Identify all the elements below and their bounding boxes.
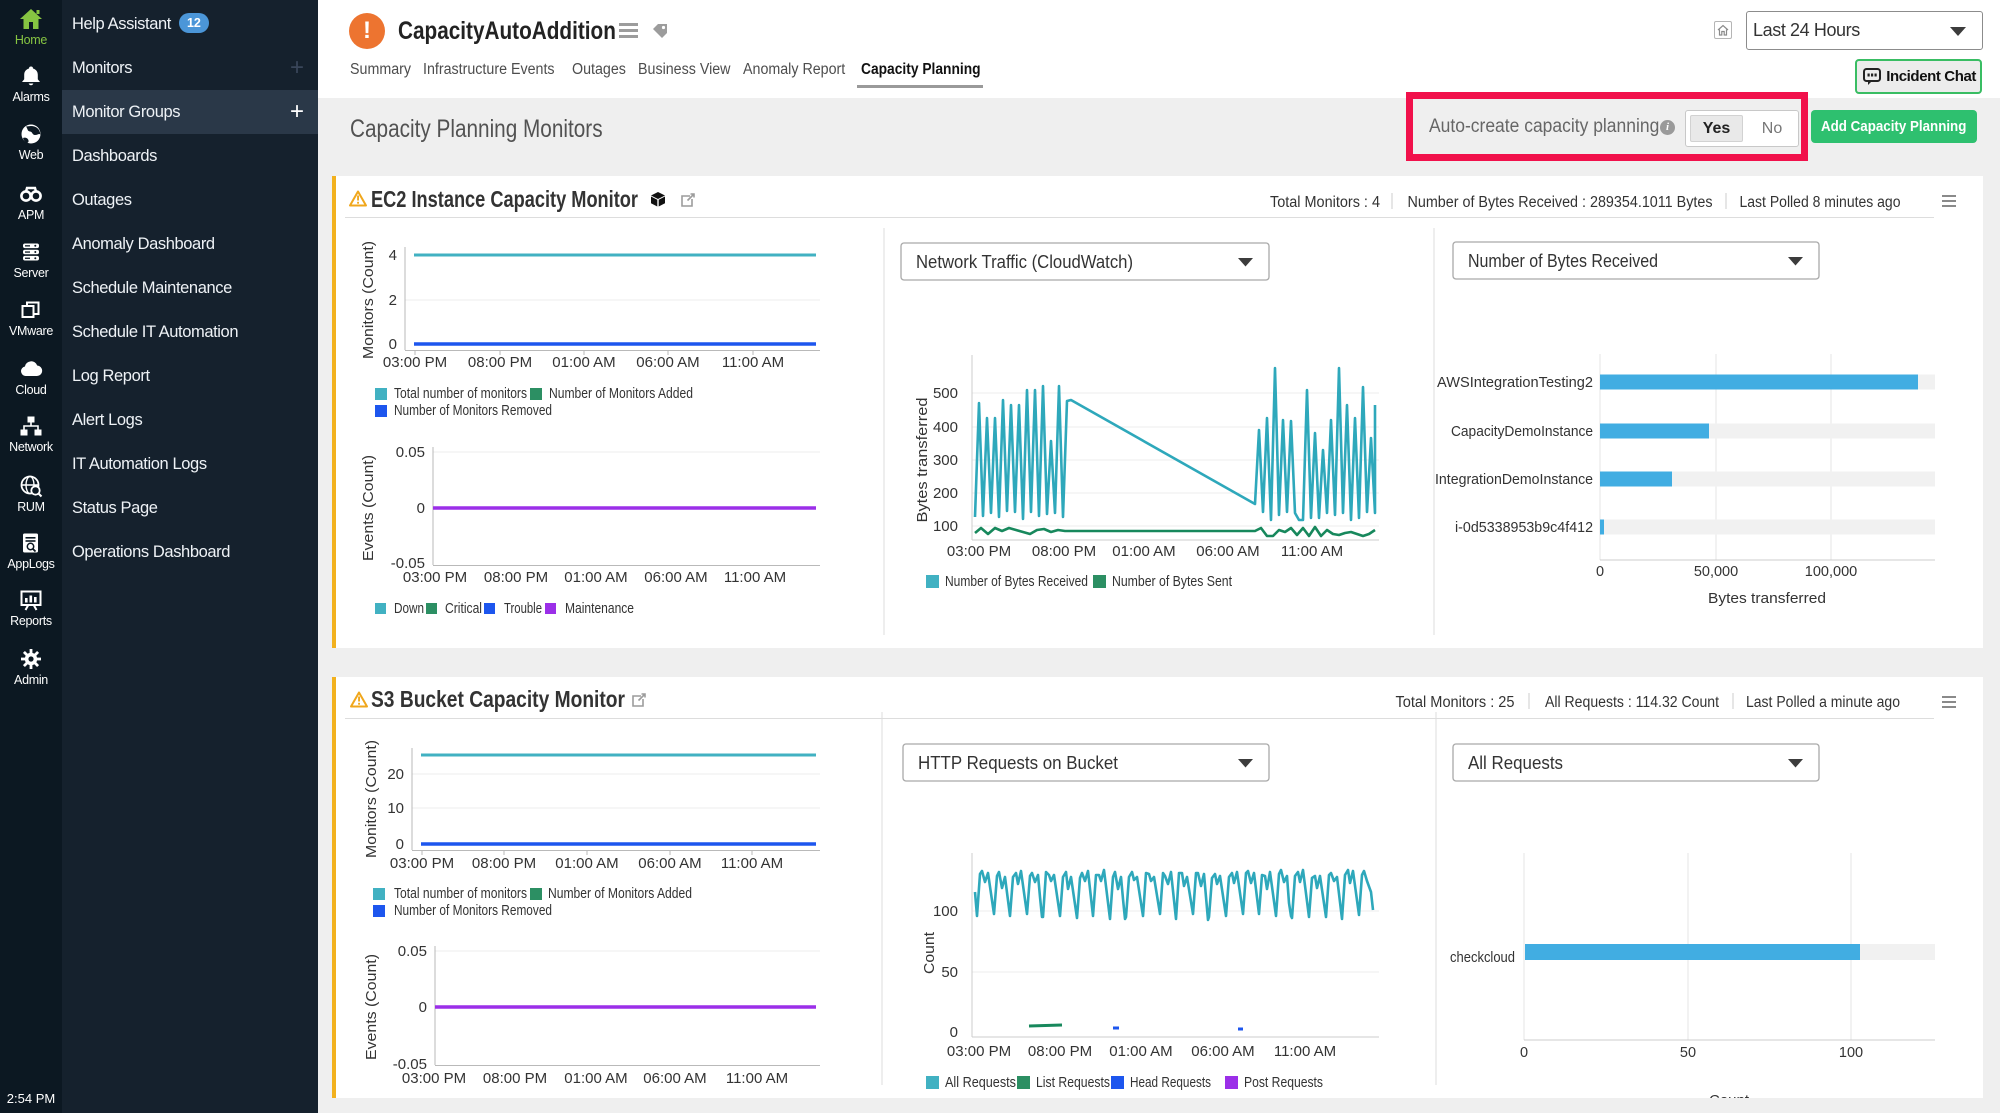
svg-text:0.05: 0.05 bbox=[398, 943, 427, 960]
svg-text:10: 10 bbox=[387, 800, 404, 817]
svg-text:06:00 AM: 06:00 AM bbox=[1191, 1043, 1254, 1060]
svg-text:Post Requests: Post Requests bbox=[1244, 1074, 1323, 1091]
svg-text:Total number of monitors: Total number of monitors bbox=[394, 885, 527, 902]
svg-text:Number of Monitors Added: Number of Monitors Added bbox=[548, 885, 692, 902]
svg-text:01:00 AM: 01:00 AM bbox=[552, 354, 615, 371]
svg-text:Network Traffic (CloudWatch): Network Traffic (CloudWatch) bbox=[916, 252, 1133, 272]
svg-text:All Requests: All Requests bbox=[1468, 753, 1563, 773]
svg-text:Count: Count bbox=[921, 931, 938, 974]
svg-text:HTTP Requests on Bucket: HTTP Requests on Bucket bbox=[918, 753, 1118, 773]
svg-text:0: 0 bbox=[417, 500, 425, 517]
svg-text:0: 0 bbox=[396, 836, 404, 853]
svg-text:06:00 AM: 06:00 AM bbox=[636, 354, 699, 371]
svg-text:Trouble: Trouble bbox=[504, 600, 542, 617]
svg-text:20: 20 bbox=[387, 766, 404, 783]
svg-text:01:00 AM: 01:00 AM bbox=[1109, 1043, 1172, 1060]
svg-text:CapacityDemoInstance: CapacityDemoInstance bbox=[1451, 424, 1593, 440]
svg-text:List Requests: List Requests bbox=[1036, 1074, 1110, 1091]
svg-text:Monitors (Count): Monitors (Count) bbox=[360, 241, 377, 359]
svg-text:200: 200 bbox=[933, 485, 958, 502]
svg-text:Down: Down bbox=[394, 600, 424, 617]
svg-text:08:00 PM: 08:00 PM bbox=[472, 855, 536, 872]
svg-text:100,000: 100,000 bbox=[1805, 564, 1857, 580]
svg-text:300: 300 bbox=[933, 452, 958, 469]
svg-text:0.05: 0.05 bbox=[396, 444, 425, 461]
svg-text:0: 0 bbox=[419, 999, 427, 1016]
svg-text:100: 100 bbox=[1839, 1045, 1863, 1061]
svg-text:All Requests: All Requests bbox=[945, 1074, 1016, 1091]
svg-text:AWSIntegrationTesting2: AWSIntegrationTesting2 bbox=[1437, 375, 1593, 391]
svg-text:Head Requests: Head Requests bbox=[1130, 1074, 1211, 1091]
svg-text:03:00 PM: 03:00 PM bbox=[390, 855, 454, 872]
svg-text:100: 100 bbox=[933, 518, 958, 535]
svg-text:50,000: 50,000 bbox=[1694, 564, 1738, 580]
svg-text:Number of Monitors Removed: Number of Monitors Removed bbox=[394, 402, 552, 419]
svg-text:08:00 PM: 08:00 PM bbox=[468, 354, 532, 371]
svg-text:08:00 PM: 08:00 PM bbox=[484, 569, 548, 586]
svg-text:100: 100 bbox=[933, 903, 958, 920]
svg-text:0: 0 bbox=[389, 336, 397, 353]
svg-text:06:00 AM: 06:00 AM bbox=[638, 855, 701, 872]
svg-text:Number of Bytes Received: Number of Bytes Received bbox=[1468, 251, 1658, 271]
svg-text:01:00 AM: 01:00 AM bbox=[564, 1070, 627, 1087]
svg-text:EC2 Instance Capacity Monitor: EC2 Instance Capacity Monitor bbox=[371, 186, 638, 212]
svg-text:Monitors (Count): Monitors (Count) bbox=[363, 740, 380, 858]
svg-text:Total Monitors : 4: Total Monitors : 4 bbox=[1270, 194, 1380, 211]
svg-text:11:00 AM: 11:00 AM bbox=[721, 855, 783, 872]
svg-text:06:00 AM: 06:00 AM bbox=[644, 569, 707, 586]
svg-text:03:00 PM: 03:00 PM bbox=[402, 1070, 466, 1087]
svg-text:Maintenance: Maintenance bbox=[565, 600, 634, 617]
svg-text:0: 0 bbox=[1520, 1045, 1528, 1061]
svg-text:11:00 AM: 11:00 AM bbox=[1274, 1043, 1336, 1060]
svg-text:2: 2 bbox=[389, 292, 397, 309]
svg-text:11:00 AM: 11:00 AM bbox=[726, 1070, 788, 1087]
svg-text:Bytes transferred: Bytes transferred bbox=[914, 398, 931, 523]
svg-text:Number of Bytes Sent: Number of Bytes Sent bbox=[1112, 573, 1233, 590]
svg-text:03:00 PM: 03:00 PM bbox=[403, 569, 467, 586]
svg-text:i-0d5338953b9c4f412: i-0d5338953b9c4f412 bbox=[1455, 520, 1593, 536]
svg-text:03:00 PM: 03:00 PM bbox=[947, 543, 1011, 560]
svg-text:01:00 AM: 01:00 AM bbox=[555, 855, 618, 872]
svg-text:50: 50 bbox=[1680, 1045, 1696, 1061]
svg-text:01:00 AM: 01:00 AM bbox=[1112, 543, 1175, 560]
svg-text:11:00 AM: 11:00 AM bbox=[722, 354, 784, 371]
svg-text:S3 Bucket Capacity Monitor: S3 Bucket Capacity Monitor bbox=[371, 686, 625, 712]
svg-text:Number of Bytes Received : 289: Number of Bytes Received : 289354.1011 B… bbox=[1408, 194, 1713, 211]
svg-text:Critical: Critical bbox=[445, 600, 482, 617]
svg-text:08:00 PM: 08:00 PM bbox=[1032, 543, 1096, 560]
svg-text:06:00 AM: 06:00 AM bbox=[1196, 543, 1259, 560]
svg-text:01:00 AM: 01:00 AM bbox=[564, 569, 627, 586]
svg-text:0: 0 bbox=[950, 1024, 958, 1041]
svg-text:Number of Monitors Added: Number of Monitors Added bbox=[549, 385, 693, 402]
svg-text:Total number of monitors: Total number of monitors bbox=[394, 385, 527, 402]
svg-text:Number of Bytes Received: Number of Bytes Received bbox=[945, 573, 1088, 590]
svg-text:03:00 PM: 03:00 PM bbox=[947, 1043, 1011, 1060]
svg-text:500: 500 bbox=[933, 385, 958, 402]
svg-text:06:00 AM: 06:00 AM bbox=[643, 1070, 706, 1087]
svg-text:11:00 AM: 11:00 AM bbox=[1281, 543, 1343, 560]
svg-text:Events (Count): Events (Count) bbox=[363, 954, 380, 1060]
svg-text:08:00 PM: 08:00 PM bbox=[483, 1070, 547, 1087]
svg-text:Number of Monitors Removed: Number of Monitors Removed bbox=[394, 902, 552, 919]
svg-text:Bytes transferred: Bytes transferred bbox=[1708, 590, 1826, 607]
svg-text:Last Polled 8 minutes ago: Last Polled 8 minutes ago bbox=[1740, 194, 1901, 211]
svg-text:400: 400 bbox=[933, 419, 958, 436]
svg-text:Count: Count bbox=[1709, 1092, 1750, 1098]
svg-text:Last Polled a minute ago: Last Polled a minute ago bbox=[1746, 694, 1900, 711]
svg-text:0: 0 bbox=[1596, 564, 1604, 580]
svg-text:4: 4 bbox=[389, 247, 397, 264]
svg-text:08:00 PM: 08:00 PM bbox=[1028, 1043, 1092, 1060]
svg-text:Total Monitors : 25: Total Monitors : 25 bbox=[1396, 694, 1515, 711]
svg-text:50: 50 bbox=[941, 964, 958, 981]
svg-text:checkcloud: checkcloud bbox=[1450, 950, 1515, 966]
svg-text:IntegrationDemoInstance: IntegrationDemoInstance bbox=[1435, 472, 1593, 488]
svg-text:03:00 PM: 03:00 PM bbox=[383, 354, 447, 371]
svg-text:11:00 AM: 11:00 AM bbox=[724, 569, 786, 586]
svg-text:All Requests : 114.32 Count: All Requests : 114.32 Count bbox=[1545, 694, 1720, 711]
svg-text:Events (Count): Events (Count) bbox=[360, 455, 377, 561]
